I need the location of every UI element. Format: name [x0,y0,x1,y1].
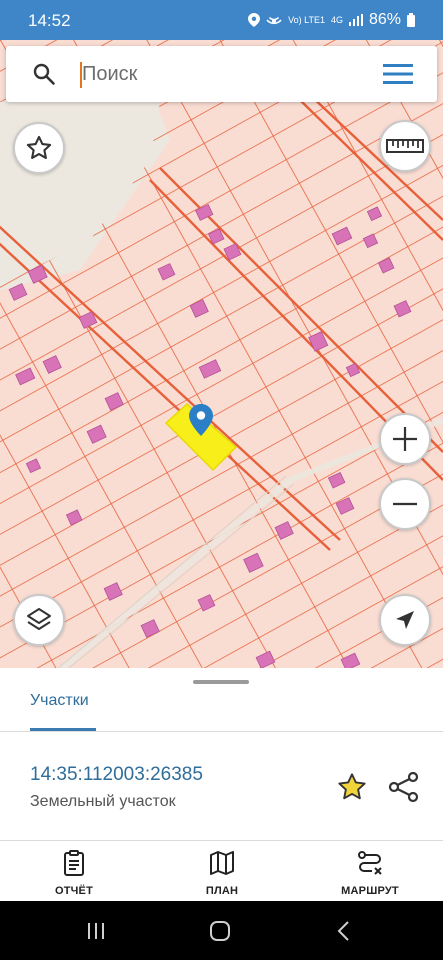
location-marker-icon[interactable] [189,404,213,436]
recent-apps-icon[interactable] [86,921,106,941]
battery-percent: 86% [368,11,401,28]
zoom-out-button[interactable] [379,478,431,530]
cadastral-map[interactable] [0,40,443,670]
report-icon [64,850,84,876]
star-outline-icon [26,135,52,159]
home-icon[interactable] [209,920,231,942]
status-icons: Vo) LTE1 4G 86% [248,11,415,29]
status-bar: 14:52 Vo) LTE1 4G 86% [0,0,443,40]
location-icon [248,13,261,27]
plus-icon [393,427,417,451]
navigation-arrow-icon [396,611,414,629]
bottom-navigation: ОТЧЁТ ПЛАН МАРШРУТ [0,840,443,901]
layers-icon [27,608,51,630]
zoom-in-button[interactable] [379,413,431,465]
search-icon[interactable] [32,62,56,86]
map-plan-icon [210,851,234,875]
nav-route[interactable]: МАРШРУТ [333,849,407,897]
sheet-drag-handle[interactable] [193,680,249,684]
ruler-icon [386,139,424,153]
signal-icon [348,14,363,26]
favorites-button[interactable] [13,122,65,174]
menu-icon[interactable] [383,64,413,84]
nav-plan[interactable]: ПЛАН [198,849,246,897]
nav-report[interactable]: ОТЧЁТ [50,849,98,897]
parcel-cadastral-number[interactable]: 14:35:112003:26385 [30,764,203,786]
nav-report-label: ОТЧЁТ [54,885,94,897]
my-location-button[interactable] [379,594,431,646]
nav-plan-label: ПЛАН [205,885,239,897]
divider [0,731,443,732]
search-input[interactable] [82,58,362,90]
parcel-type: Земельный участок [30,793,176,810]
battery-icon [407,13,415,27]
layers-button[interactable] [13,594,65,646]
network-type-label: Vo) LTE1 [288,14,325,25]
status-time: 14:52 [28,11,71,30]
back-icon[interactable] [336,920,350,942]
share-icon[interactable] [388,771,420,803]
system-navigation-bar [0,901,443,960]
favorite-star-icon[interactable] [336,771,368,803]
map-canvas[interactable] [0,40,443,670]
network-4g-label: 4G [330,14,343,25]
route-icon [358,851,382,875]
nav-route-label: МАРШРУТ [341,885,399,897]
ruler-button[interactable] [379,120,431,172]
minus-icon [393,502,417,506]
search-bar [6,46,437,102]
tab-parcels[interactable]: Участки [30,692,89,710]
hotspot-icon [266,16,282,25]
